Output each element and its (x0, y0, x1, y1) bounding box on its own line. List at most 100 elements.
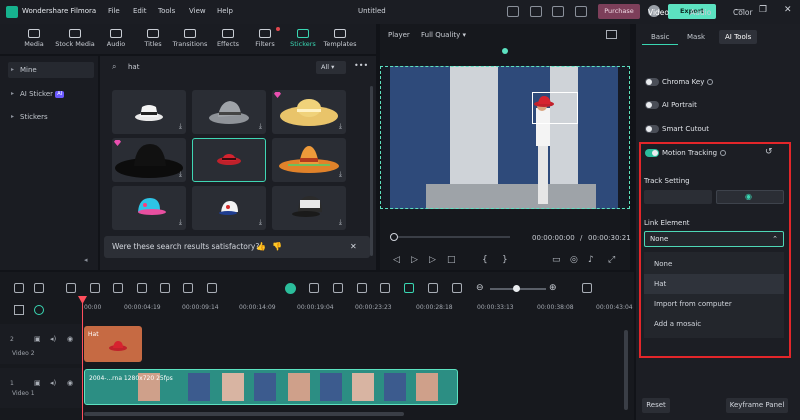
zoom-slider-handle[interactable] (513, 285, 520, 292)
playback-scrubber[interactable] (390, 236, 510, 238)
eye-icon[interactable]: ◉ (67, 335, 73, 343)
stop-icon[interactable]: □ (447, 255, 456, 265)
motion-tracking-toggle[interactable] (645, 149, 659, 157)
link-icon[interactable] (34, 305, 44, 315)
zoom-in-icon[interactable]: ⊕ (549, 283, 557, 293)
sidebar-item-mine[interactable]: ▸ Mine (8, 62, 94, 78)
mark-out-icon[interactable]: } (502, 255, 508, 265)
option-import[interactable]: Import from computer (644, 294, 784, 314)
subtab-basic[interactable]: Basic (645, 30, 676, 44)
tab-audio[interactable]: Audio (690, 8, 711, 17)
close-icon[interactable]: ✕ (350, 236, 357, 258)
search-input[interactable]: hat (110, 60, 306, 74)
menu-tools[interactable]: Tools (158, 7, 175, 15)
speed-icon[interactable] (207, 283, 217, 293)
smart-cutout-toggle[interactable] (645, 125, 659, 133)
render-icon[interactable] (309, 283, 319, 293)
cloud-icon[interactable] (552, 6, 564, 17)
play-slow-icon[interactable]: ▷ (411, 255, 418, 265)
option-mosaic[interactable]: Add a mosaic (644, 314, 784, 334)
track-mode-object-button[interactable] (644, 190, 712, 204)
prev-frame-icon[interactable]: ◁ (393, 255, 400, 265)
audio-icon[interactable]: ♪ (588, 255, 594, 265)
option-hat[interactable]: Hat (644, 274, 784, 294)
reset-icon[interactable]: ↺ (765, 147, 773, 157)
ai-smart-icon[interactable] (285, 283, 296, 294)
grid-icon[interactable] (582, 283, 592, 293)
chroma-key-toggle[interactable] (645, 78, 659, 86)
tab-video[interactable]: Video (648, 8, 669, 17)
vertical-scrollbar[interactable] (624, 330, 628, 410)
sticker-tile-blue-cap[interactable]: ⤓ (112, 186, 186, 230)
redo-icon[interactable] (90, 283, 100, 293)
reset-button[interactable]: Reset (642, 398, 670, 413)
speaker-icon[interactable]: ◂) (50, 335, 56, 343)
tab-media[interactable]: Media (12, 24, 56, 54)
sticker-tile-white-cap[interactable]: ⤓ (192, 186, 266, 230)
scrubber-handle[interactable] (390, 233, 398, 241)
snap-icon[interactable] (404, 283, 414, 293)
thumbs-up-icon[interactable]: 👍 (256, 236, 266, 258)
selection-frame[interactable] (380, 66, 630, 209)
menu-file[interactable]: File (108, 7, 120, 15)
folder-icon[interactable]: ▣ (34, 379, 41, 387)
quality-dropdown[interactable]: Full Quality ▾ (421, 31, 466, 39)
voice-icon[interactable] (380, 283, 390, 293)
eye-icon[interactable]: ◉ (67, 379, 73, 387)
purchase-button[interactable]: Purchase (598, 4, 640, 19)
download-icon[interactable]: ⤓ (259, 122, 262, 131)
more-icon[interactable]: ••• (354, 61, 368, 70)
filter-dropdown[interactable]: All ▾ (316, 61, 346, 74)
download-icon[interactable]: ⤓ (339, 170, 342, 179)
menu-edit[interactable]: Edit (133, 7, 147, 15)
download-icon[interactable]: ⤓ (339, 218, 342, 227)
option-none[interactable]: None (644, 254, 784, 274)
split-icon[interactable] (137, 283, 147, 293)
snapshot-icon[interactable] (606, 30, 617, 39)
select-tool-icon[interactable] (34, 283, 44, 293)
folder-icon[interactable]: ▣ (34, 335, 41, 343)
sticker-tile-sombrero[interactable]: ⤓ (272, 138, 346, 182)
sticker-tile-red-hat[interactable] (192, 138, 266, 182)
sticker-tile-straw-hat[interactable]: ⤓ (272, 90, 346, 134)
speaker-icon[interactable]: ◂) (50, 379, 56, 387)
sticker-tile-grey-fedora[interactable]: ⤓ (192, 90, 266, 134)
info-icon[interactable] (720, 150, 727, 156)
marker-icon[interactable] (428, 283, 438, 293)
display-icon[interactable]: ▭ (552, 255, 561, 265)
timeline-scrollbar[interactable] (84, 412, 404, 416)
tab-color[interactable]: Color (733, 8, 753, 17)
monitor-icon[interactable] (507, 6, 519, 17)
sticker-tile-trucker-cap[interactable]: ⤓ (272, 186, 346, 230)
ai-portrait-toggle[interactable] (645, 101, 659, 109)
undo-icon[interactable] (66, 283, 76, 293)
save-icon[interactable] (530, 6, 542, 17)
camera-icon[interactable]: ◎ (570, 255, 578, 265)
menu-help[interactable]: Help (217, 7, 233, 15)
sidebar-item-stickers[interactable]: ▸ Stickers (8, 109, 94, 125)
playhead[interactable] (82, 296, 83, 420)
download-icon[interactable]: ⤓ (179, 122, 182, 131)
mic-icon[interactable] (357, 283, 367, 293)
sticker-tile-black-hat[interactable]: ⤓ (112, 138, 186, 182)
track-mode-eye-button[interactable]: ◉ (716, 190, 784, 204)
zoom-out-icon[interactable]: ⊖ (476, 283, 484, 293)
fullscreen-icon[interactable]: ⤢ (608, 255, 615, 265)
menu-view[interactable]: View (189, 7, 206, 15)
close-icon[interactable]: ✕ (784, 5, 792, 15)
maximize-icon[interactable]: ❐ (759, 5, 767, 15)
text-icon[interactable] (183, 283, 193, 293)
sidebar-item-ai-sticker[interactable]: ▸ AI Sticker AI (8, 86, 94, 102)
pip-icon[interactable] (452, 283, 462, 293)
info-icon[interactable] (707, 79, 714, 85)
crop-icon[interactable] (160, 283, 170, 293)
download-icon[interactable]: ⤓ (259, 218, 262, 227)
download-icon[interactable]: ⤓ (179, 170, 182, 179)
link-element-select[interactable]: None ⌃ (644, 231, 784, 247)
sticker-tile-white-hat[interactable]: ⤓ (112, 90, 186, 134)
tab-stock-media[interactable]: Stock Media (53, 24, 97, 54)
play-icon[interactable]: ▷ (429, 255, 436, 265)
mark-in-icon[interactable]: { (482, 255, 488, 265)
subtab-mask[interactable]: Mask (681, 30, 711, 44)
keyframe-panel-button[interactable]: Keyframe Panel (726, 398, 788, 413)
